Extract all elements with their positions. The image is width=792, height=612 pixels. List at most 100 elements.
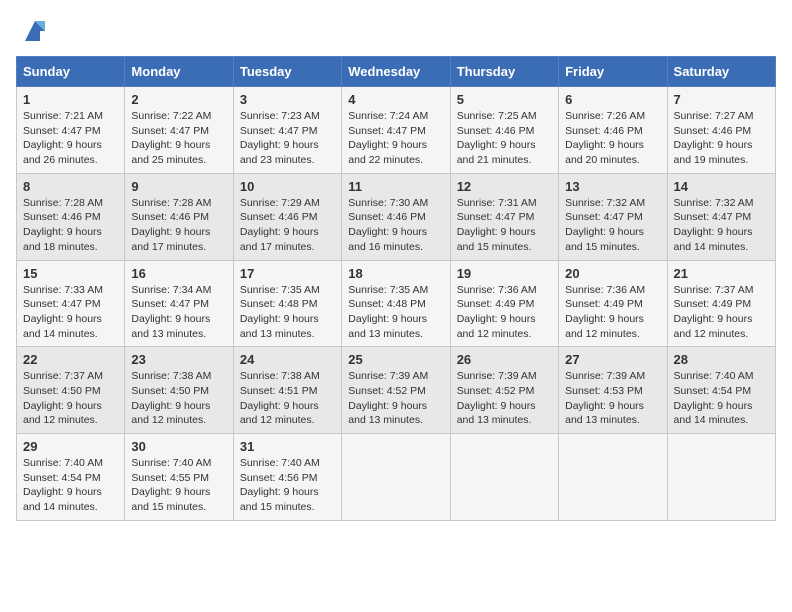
day-info: Sunrise: 7:39 AMSunset: 4:53 PMDaylight:…: [565, 369, 660, 428]
day-number: 30: [131, 439, 226, 454]
calendar-cell: 19Sunrise: 7:36 AMSunset: 4:49 PMDayligh…: [450, 260, 558, 347]
calendar-cell: 29 Sunrise: 7:40 AMSunset: 4:54 PMDayligh…: [17, 434, 125, 521]
logo-icon: [20, 16, 50, 46]
day-number: 4: [348, 92, 443, 107]
logo: [16, 16, 50, 46]
page-header: [16, 16, 776, 46]
day-number: 7: [674, 92, 769, 107]
calendar-week-row: 1Sunrise: 7:21 AMSunset: 4:47 PMDaylight…: [17, 87, 776, 174]
day-info: Sunrise: 7:30 AMSunset: 4:46 PMDaylight:…: [348, 196, 443, 255]
day-info: Sunrise: 7:34 AMSunset: 4:47 PMDaylight:…: [131, 283, 226, 342]
calendar-cell: [342, 434, 450, 521]
day-info: Sunrise: 7:26 AMSunset: 4:46 PMDaylight:…: [565, 109, 660, 168]
calendar-cell: 14 Sunrise: 7:32 AMSunset: 4:47 PMDayligh…: [667, 173, 775, 260]
calendar-cell: 2 Sunrise: 7:22 AMSunset: 4:47 PMDaylight…: [125, 87, 233, 174]
day-number: 6: [565, 92, 660, 107]
day-number: 1: [23, 92, 118, 107]
day-info: Sunrise: 7:29 AMSunset: 4:46 PMDaylight:…: [240, 196, 335, 255]
day-number: 18: [348, 266, 443, 281]
day-info: Sunrise: 7:37 AMSunset: 4:50 PMDaylight:…: [23, 369, 118, 428]
calendar-cell: 7 Sunrise: 7:27 AMSunset: 4:46 PMDaylight…: [667, 87, 775, 174]
day-number: 29: [23, 439, 118, 454]
calendar-cell: 6 Sunrise: 7:26 AMSunset: 4:46 PMDaylight…: [559, 87, 667, 174]
col-header-friday: Friday: [559, 57, 667, 87]
day-number: 22: [23, 352, 118, 367]
day-info: Sunrise: 7:25 AMSunset: 4:46 PMDaylight:…: [457, 109, 552, 168]
day-number: 23: [131, 352, 226, 367]
day-info: Sunrise: 7:38 AMSunset: 4:50 PMDaylight:…: [131, 369, 226, 428]
day-info: Sunrise: 7:40 AMSunset: 4:56 PMDaylight:…: [240, 456, 335, 515]
day-number: 12: [457, 179, 552, 194]
day-info: Sunrise: 7:39 AMSunset: 4:52 PMDaylight:…: [348, 369, 443, 428]
calendar-cell: 4Sunrise: 7:24 AMSunset: 4:47 PMDaylight…: [342, 87, 450, 174]
calendar-cell: 23 Sunrise: 7:38 AMSunset: 4:50 PMDayligh…: [125, 347, 233, 434]
day-info: Sunrise: 7:27 AMSunset: 4:46 PMDaylight:…: [674, 109, 769, 168]
day-number: 3: [240, 92, 335, 107]
day-info: Sunrise: 7:22 AMSunset: 4:47 PMDaylight:…: [131, 109, 226, 168]
calendar-cell: 16 Sunrise: 7:34 AMSunset: 4:47 PMDayligh…: [125, 260, 233, 347]
day-info: Sunrise: 7:40 AMSunset: 4:55 PMDaylight:…: [131, 456, 226, 515]
day-info: Sunrise: 7:40 AMSunset: 4:54 PMDaylight:…: [674, 369, 769, 428]
calendar-cell: 21 Sunrise: 7:37 AMSunset: 4:49 PMDayligh…: [667, 260, 775, 347]
day-number: 9: [131, 179, 226, 194]
day-number: 20: [565, 266, 660, 281]
calendar-cell: 10Sunrise: 7:29 AMSunset: 4:46 PMDayligh…: [233, 173, 341, 260]
day-info: Sunrise: 7:37 AMSunset: 4:49 PMDaylight:…: [674, 283, 769, 342]
calendar-cell: 26Sunrise: 7:39 AMSunset: 4:52 PMDayligh…: [450, 347, 558, 434]
day-info: Sunrise: 7:35 AMSunset: 4:48 PMDaylight:…: [348, 283, 443, 342]
calendar-cell: 30 Sunrise: 7:40 AMSunset: 4:55 PMDayligh…: [125, 434, 233, 521]
calendar-cell: 28 Sunrise: 7:40 AMSunset: 4:54 PMDayligh…: [667, 347, 775, 434]
calendar-cell: 15 Sunrise: 7:33 AMSunset: 4:47 PMDayligh…: [17, 260, 125, 347]
day-number: 19: [457, 266, 552, 281]
calendar-week-row: 22 Sunrise: 7:37 AMSunset: 4:50 PMDayligh…: [17, 347, 776, 434]
calendar-week-row: 8 Sunrise: 7:28 AMSunset: 4:46 PMDaylight…: [17, 173, 776, 260]
day-info: Sunrise: 7:28 AMSunset: 4:46 PMDaylight:…: [131, 196, 226, 255]
col-header-monday: Monday: [125, 57, 233, 87]
day-number: 17: [240, 266, 335, 281]
calendar-cell: 13Sunrise: 7:32 AMSunset: 4:47 PMDayligh…: [559, 173, 667, 260]
day-number: 27: [565, 352, 660, 367]
calendar-cell: [667, 434, 775, 521]
col-header-tuesday: Tuesday: [233, 57, 341, 87]
day-number: 24: [240, 352, 335, 367]
day-number: 14: [674, 179, 769, 194]
day-number: 5: [457, 92, 552, 107]
day-number: 16: [131, 266, 226, 281]
day-number: 2: [131, 92, 226, 107]
col-header-saturday: Saturday: [667, 57, 775, 87]
col-header-thursday: Thursday: [450, 57, 558, 87]
calendar-week-row: 29 Sunrise: 7:40 AMSunset: 4:54 PMDayligh…: [17, 434, 776, 521]
calendar-cell: [450, 434, 558, 521]
day-info: Sunrise: 7:23 AMSunset: 4:47 PMDaylight:…: [240, 109, 335, 168]
calendar-cell: 31 Sunrise: 7:40 AMSunset: 4:56 PMDayligh…: [233, 434, 341, 521]
day-number: 31: [240, 439, 335, 454]
day-info: Sunrise: 7:35 AMSunset: 4:48 PMDaylight:…: [240, 283, 335, 342]
calendar-cell: 22 Sunrise: 7:37 AMSunset: 4:50 PMDayligh…: [17, 347, 125, 434]
calendar-cell: 25 Sunrise: 7:39 AMSunset: 4:52 PMDayligh…: [342, 347, 450, 434]
calendar-week-row: 15 Sunrise: 7:33 AMSunset: 4:47 PMDayligh…: [17, 260, 776, 347]
day-info: Sunrise: 7:36 AMSunset: 4:49 PMDaylight:…: [565, 283, 660, 342]
day-info: Sunrise: 7:32 AMSunset: 4:47 PMDaylight:…: [565, 196, 660, 255]
day-number: 15: [23, 266, 118, 281]
day-number: 8: [23, 179, 118, 194]
calendar-cell: 27 Sunrise: 7:39 AMSunset: 4:53 PMDayligh…: [559, 347, 667, 434]
day-number: 26: [457, 352, 552, 367]
day-number: 25: [348, 352, 443, 367]
calendar-cell: 12Sunrise: 7:31 AMSunset: 4:47 PMDayligh…: [450, 173, 558, 260]
calendar-cell: 24Sunrise: 7:38 AMSunset: 4:51 PMDayligh…: [233, 347, 341, 434]
calendar-cell: [559, 434, 667, 521]
calendar-cell: 20 Sunrise: 7:36 AMSunset: 4:49 PMDayligh…: [559, 260, 667, 347]
day-number: 21: [674, 266, 769, 281]
calendar-cell: 5 Sunrise: 7:25 AMSunset: 4:46 PMDaylight…: [450, 87, 558, 174]
calendar-cell: 3 Sunrise: 7:23 AMSunset: 4:47 PMDaylight…: [233, 87, 341, 174]
day-number: 28: [674, 352, 769, 367]
calendar-cell: 1Sunrise: 7:21 AMSunset: 4:47 PMDaylight…: [17, 87, 125, 174]
calendar-cell: 11Sunrise: 7:30 AMSunset: 4:46 PMDayligh…: [342, 173, 450, 260]
day-info: Sunrise: 7:28 AMSunset: 4:46 PMDaylight:…: [23, 196, 118, 255]
calendar-header-row: SundayMondayTuesdayWednesdayThursdayFrid…: [17, 57, 776, 87]
day-info: Sunrise: 7:33 AMSunset: 4:47 PMDaylight:…: [23, 283, 118, 342]
calendar-cell: 18 Sunrise: 7:35 AMSunset: 4:48 PMDayligh…: [342, 260, 450, 347]
col-header-sunday: Sunday: [17, 57, 125, 87]
day-info: Sunrise: 7:40 AMSunset: 4:54 PMDaylight:…: [23, 456, 118, 515]
day-info: Sunrise: 7:32 AMSunset: 4:47 PMDaylight:…: [674, 196, 769, 255]
